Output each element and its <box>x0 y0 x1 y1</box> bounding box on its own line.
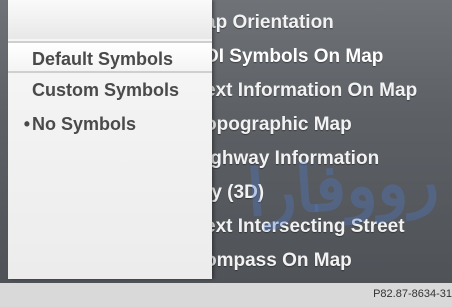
option-label: Default Symbols <box>32 49 174 69</box>
menu-item-map-orientation[interactable]: ap Orientation <box>205 8 452 42</box>
option-custom-symbols[interactable]: Custom Symbols <box>8 74 212 106</box>
display-screen: ap Orientation DI Symbols On Map ext Inf… <box>0 0 452 283</box>
figure-code: P82.87-8634-31 <box>373 288 452 300</box>
option-label: Custom Symbols <box>32 80 180 100</box>
symbols-popup: Default Symbols Custom Symbols • No Symbo… <box>8 0 212 279</box>
watermark-logo: ﺭﻭﻭﻓﺎﺭﺍ <box>244 143 441 232</box>
menu-item-poi-symbols-on-map[interactable]: DI Symbols On Map <box>205 42 452 76</box>
popup-header-bar <box>8 0 212 39</box>
option-label: No Symbols <box>32 114 137 134</box>
option-default-symbols[interactable]: Default Symbols <box>8 41 212 73</box>
menu-item-topographic-map[interactable]: opographic Map <box>205 110 452 144</box>
menu-item-text-information-on-map[interactable]: ext Information On Map <box>205 76 452 110</box>
option-active-bullet: • <box>23 114 30 134</box>
option-no-symbols[interactable]: • No Symbols <box>8 108 212 140</box>
figure-footer: P82.87-8634-31 <box>0 283 452 307</box>
menu-item-compass-on-map[interactable]: ompass On Map <box>205 246 452 280</box>
